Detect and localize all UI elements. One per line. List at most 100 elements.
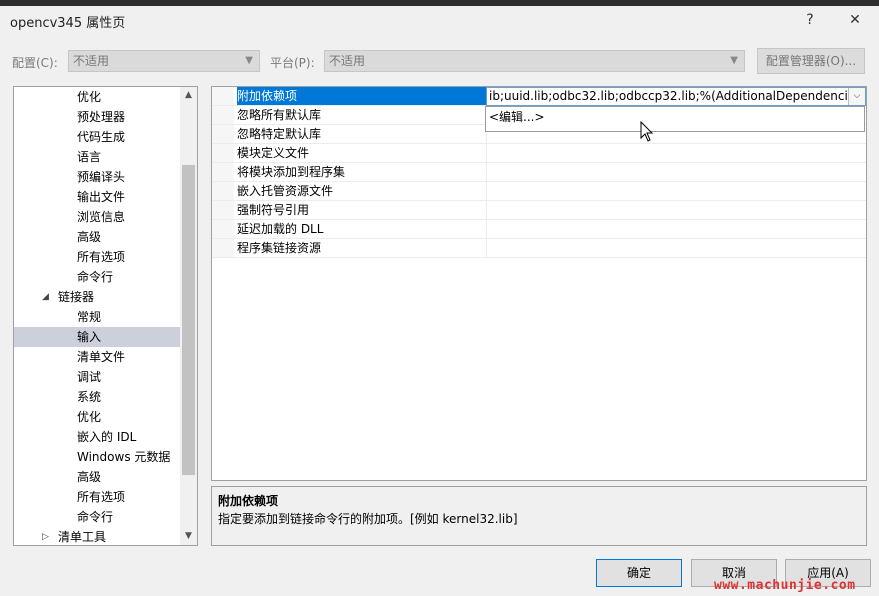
platform-select-value: 不适用 xyxy=(329,54,366,68)
tree-item[interactable]: ◢ 链接器 xyxy=(14,287,180,307)
tree-item[interactable]: 嵌入的 IDL xyxy=(14,427,180,447)
chevron-down-icon: ▼ xyxy=(245,55,253,66)
tree-item[interactable]: 调试 xyxy=(14,367,180,387)
tree-item[interactable]: 清单文件 xyxy=(14,347,180,367)
tree-item-label: 命令行 xyxy=(77,270,114,284)
tree-item[interactable]: ▷ 清单工具 xyxy=(14,527,180,545)
close-button[interactable]: ✕ xyxy=(845,10,865,30)
property-value[interactable] xyxy=(486,201,866,219)
collapsed-triangle-icon[interactable]: ▷ xyxy=(42,527,49,545)
property-name: 将模块添加到程序集 xyxy=(237,165,346,179)
tree-item[interactable]: 优化 xyxy=(14,87,180,107)
help-button[interactable]: ? xyxy=(800,10,820,30)
platform-select[interactable]: 不适用 ▼ xyxy=(324,50,745,72)
property-value[interactable] xyxy=(486,163,866,181)
property-value[interactable] xyxy=(486,182,866,200)
tree-item[interactable]: 系统 xyxy=(14,387,180,407)
property-name: 嵌入托管资源文件 xyxy=(237,184,334,198)
scroll-down-icon[interactable]: ▼ xyxy=(180,528,197,545)
tree-item[interactable]: 语言 xyxy=(14,147,180,167)
property-name: 强制符号引用 xyxy=(237,203,310,217)
description-text: 指定要添加到链接命令行的附加项。[例如 kernel32.lib] xyxy=(218,512,518,526)
row-gutter xyxy=(212,220,234,238)
chevron-down-icon: ▼ xyxy=(730,55,738,66)
config-select-value: 不适用 xyxy=(73,54,110,68)
property-value[interactable] xyxy=(486,239,866,257)
tree-item-label: 语言 xyxy=(77,150,102,164)
expanded-triangle-icon[interactable]: ◢ xyxy=(42,287,49,307)
description-panel: 附加依赖项 指定要添加到链接命令行的附加项。[例如 kernel32.lib] xyxy=(211,486,867,546)
tree-item[interactable]: 所有选项 xyxy=(14,247,180,267)
tree-item[interactable]: 预编译头 xyxy=(14,167,180,187)
property-name: 延迟加载的 DLL xyxy=(237,222,324,236)
scroll-up-icon[interactable]: ▲ xyxy=(180,87,197,104)
property-row[interactable]: 延迟加载的 DLL xyxy=(212,220,866,239)
tree-item[interactable]: 命令行 xyxy=(14,267,180,287)
tree-item[interactable]: 浏览信息 xyxy=(14,207,180,227)
row-gutter xyxy=(212,239,234,257)
tree-item-label: 预编译头 xyxy=(77,170,126,184)
tree-item-label: Windows 元数据 xyxy=(77,450,171,464)
config-select[interactable]: 不适用 ▼ xyxy=(68,50,260,72)
property-row[interactable]: 程序集链接资源 xyxy=(212,239,866,258)
value-dropdown-list[interactable]: <编辑...> xyxy=(485,106,865,132)
property-value-editor[interactable]: ib;uuid.lib;odbc32.lib;odbccp32.lib;%(Ad… xyxy=(486,87,866,106)
tree-item-label: 系统 xyxy=(77,390,102,404)
property-row[interactable]: 模块定义文件 xyxy=(212,144,866,163)
tree-item-label: 高级 xyxy=(77,470,102,484)
chevron-down-icon[interactable]: ⌵ xyxy=(848,88,865,105)
tree-scrollbar[interactable]: ▲ ▼ xyxy=(180,87,197,545)
tree-item-label: 优化 xyxy=(77,90,102,104)
tree-item-label: 嵌入的 IDL xyxy=(77,430,137,444)
tree-item[interactable]: Windows 元数据 xyxy=(14,447,180,467)
ok-button[interactable]: 确定 xyxy=(596,559,682,587)
tree-item-label: 清单工具 xyxy=(58,530,107,544)
property-row[interactable]: 附加依赖项 ib;uuid.lib;odbc32.lib;odbccp32.lib… xyxy=(212,87,866,106)
tree-item[interactable]: 输入 xyxy=(14,327,180,347)
tree-item[interactable]: 高级 xyxy=(14,227,180,247)
property-name: 忽略特定默认库 xyxy=(237,127,322,141)
property-grid[interactable]: 附加依赖项 ib;uuid.lib;odbc32.lib;odbccp32.lib… xyxy=(211,86,867,481)
configuration-manager-button[interactable]: 配置管理器(O)... xyxy=(757,48,865,74)
tree-item-label: 命令行 xyxy=(77,510,114,524)
row-gutter xyxy=(212,106,234,124)
scroll-thumb[interactable] xyxy=(182,165,195,475)
mouse-cursor-icon xyxy=(640,121,654,142)
tree-item[interactable]: 所有选项 xyxy=(14,487,180,507)
tree-item-label: 链接器 xyxy=(58,290,95,304)
dropdown-option-edit[interactable]: <编辑...> xyxy=(489,110,545,124)
description-title: 附加依赖项 xyxy=(218,494,279,508)
config-label: 配置(C): xyxy=(12,56,58,70)
tree-item-label: 输出文件 xyxy=(77,190,126,204)
tree-item-label: 优化 xyxy=(77,410,102,424)
row-gutter xyxy=(212,125,234,143)
watermark-text: www.machunjie.com xyxy=(714,578,856,593)
property-row[interactable]: 强制符号引用 xyxy=(212,201,866,220)
tree-item[interactable]: 预处理器 xyxy=(14,107,180,127)
row-gutter xyxy=(212,87,234,105)
row-gutter xyxy=(212,144,234,162)
tree-item-label: 代码生成 xyxy=(77,130,126,144)
property-row[interactable]: 将模块添加到程序集 xyxy=(212,163,866,182)
property-tree[interactable]: 优化 预处理器 代码生成 语言 预编译头 输出文件 浏览信息 高级 所有选项 命令行 ◢ 链接器 常规输… xyxy=(13,86,198,546)
property-value: ib;uuid.lib;odbc32.lib;odbccp32.lib;%(Ad… xyxy=(489,89,866,103)
tree-item[interactable]: 代码生成 xyxy=(14,127,180,147)
tree-item-label: 调试 xyxy=(77,370,102,384)
tree-item[interactable]: 输出文件 xyxy=(14,187,180,207)
tree-item-label: 高级 xyxy=(77,230,102,244)
tree-item-label: 浏览信息 xyxy=(77,210,126,224)
property-value[interactable] xyxy=(486,220,866,238)
tree-item[interactable]: 优化 xyxy=(14,407,180,427)
tree-item[interactable]: 命令行 xyxy=(14,507,180,527)
tree-item-label: 预处理器 xyxy=(77,110,126,124)
property-value[interactable] xyxy=(486,144,866,162)
tree-item[interactable]: 常规 xyxy=(14,307,180,327)
window-top-border xyxy=(0,0,879,6)
tree-item[interactable]: 高级 xyxy=(14,467,180,487)
row-gutter xyxy=(212,182,234,200)
row-gutter xyxy=(212,163,234,181)
property-name: 忽略所有默认库 xyxy=(237,108,322,122)
window-title: opencv345 属性页 xyxy=(10,16,126,31)
property-row[interactable]: 嵌入托管资源文件 xyxy=(212,182,866,201)
platform-label: 平台(P): xyxy=(270,56,315,70)
